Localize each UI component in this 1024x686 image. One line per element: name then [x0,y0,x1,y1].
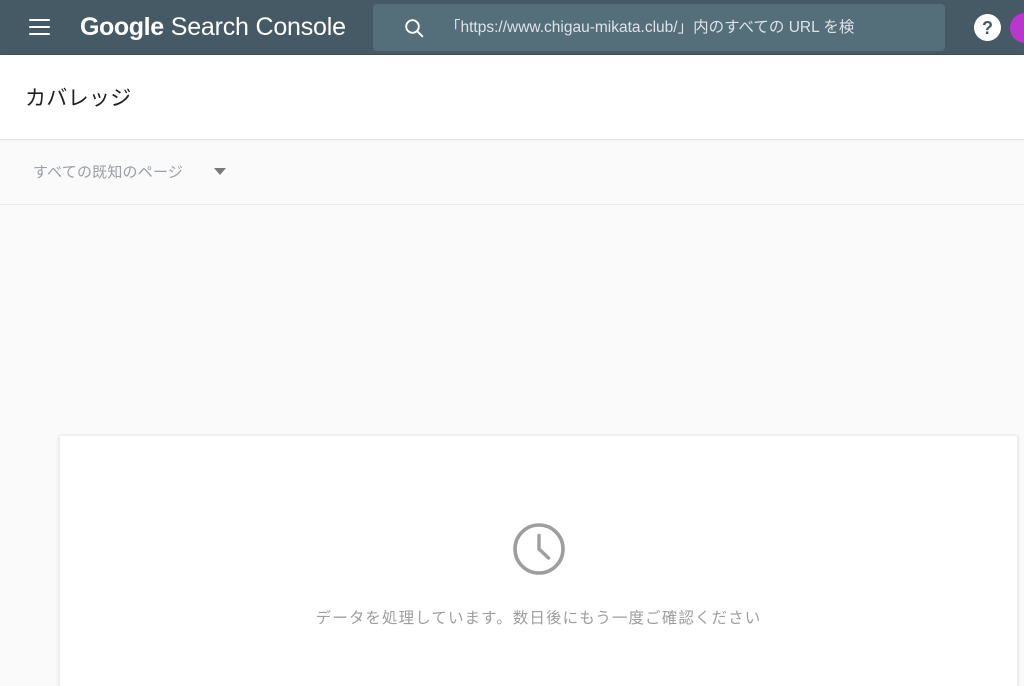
clock-icon [510,520,568,578]
hamburger-line [28,26,50,28]
app-header: Google Search Console ? [0,0,1024,55]
scope-filter-label: すべての既知のページ [33,164,184,181]
help-icon-glyph: ? [982,17,993,38]
scope-filter-dropdown[interactable]: すべての既知のページ [33,161,227,182]
search-input[interactable] [445,18,931,37]
hamburger-line [28,19,50,21]
brand-logo[interactable]: Google Search Console [80,13,346,42]
page-title-bar: カバレッジ [0,55,1024,139]
processing-state-card: データを処理しています。数日後にもう一度ご確認ください [59,435,1018,686]
url-inspection-search-box[interactable] [373,4,945,51]
chevron-down-icon [214,168,227,175]
page-title: カバレッジ [25,87,132,110]
hamburger-line [28,33,50,35]
help-circle-icon[interactable]: ? [974,14,1001,41]
filter-bar: すべての既知のページ [0,139,1024,205]
user-avatar[interactable] [1010,13,1024,43]
hamburger-menu-icon[interactable] [22,10,56,44]
search-icon [401,15,427,41]
brand-google-text: Google [80,12,164,41]
content-area: データを処理しています。数日後にもう一度ご確認ください 詳細 [0,205,1024,686]
processing-message: データを処理しています。数日後にもう一度ご確認ください [315,610,762,627]
brand-product-text: Search Console [170,12,346,41]
